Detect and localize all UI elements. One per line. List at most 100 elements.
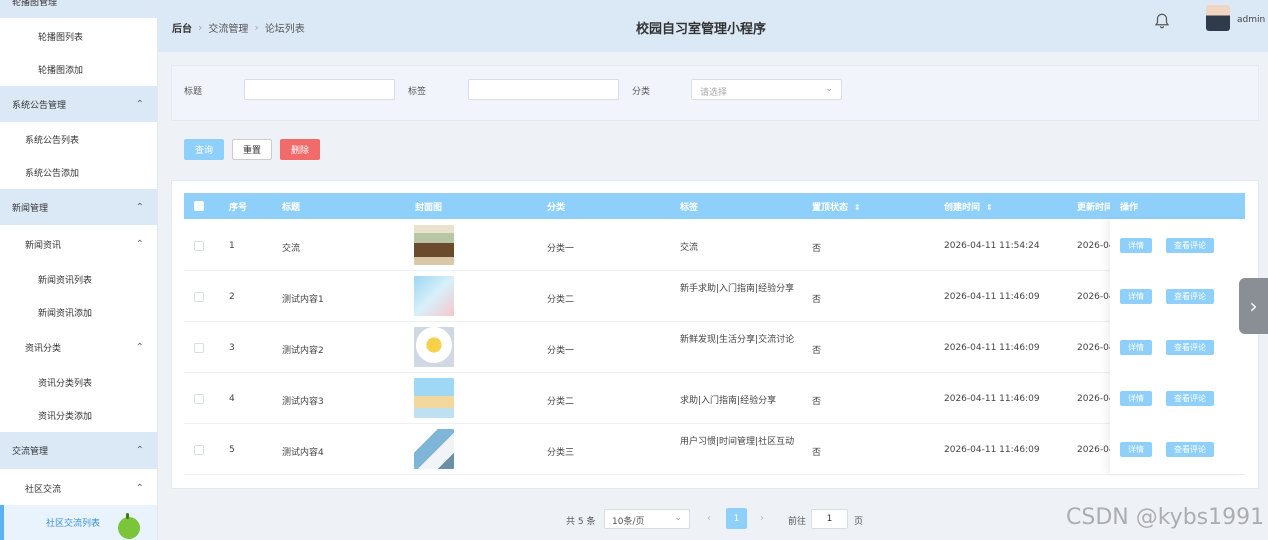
sidebar-item-label: 新闻资讯 (25, 240, 62, 251)
cover-thumbnail (414, 429, 454, 469)
user-avatar[interactable] (1206, 5, 1230, 31)
sidebar-item[interactable]: 社区交流 ⌃ (0, 470, 157, 506)
row-updated: 2026-04 (1077, 292, 1115, 302)
current-page[interactable]: 1 (726, 508, 747, 529)
select-all-checkbox[interactable] (194, 201, 204, 211)
category-label: 分类 (632, 87, 651, 97)
row-updated: 2026-04 (1077, 241, 1115, 251)
row-checkbox[interactable] (194, 292, 204, 302)
row-title: 交流 (282, 244, 301, 254)
sidebar-item[interactable]: 新闻资讯添加 (0, 296, 157, 329)
row-pinned: 否 (812, 346, 822, 356)
sort-icon[interactable]: ⇕ (986, 203, 993, 212)
next-page-icon[interactable]: › (760, 513, 764, 524)
view-comments-button[interactable]: 查看评论 (1166, 340, 1214, 355)
row-divider (184, 474, 1245, 475)
row-checkbox[interactable] (194, 343, 204, 353)
col-created[interactable]: 创建时间 ⇕ (944, 200, 993, 213)
view-comments-button[interactable]: 查看评论 (1166, 442, 1214, 457)
sidebar-item[interactable]: 轮播图管理 ⌃ (0, 0, 157, 18)
apple-icon (118, 513, 140, 539)
col-title: 标题 (282, 203, 301, 213)
row-updated: 2026-04 (1077, 445, 1115, 455)
row-divider (184, 321, 1245, 322)
row-created: 2026-04-11 11:46:09 (944, 343, 1040, 353)
prev-page-icon[interactable]: ‹ (707, 513, 711, 524)
detail-button[interactable]: 详情 (1120, 391, 1152, 406)
sidebar-item-label: 系统公告添加 (25, 169, 80, 179)
detail-button[interactable]: 详情 (1120, 238, 1152, 253)
goto-page-input[interactable]: 1 (811, 509, 848, 529)
row-no: 2 (229, 292, 235, 302)
row-title: 测试内容3 (282, 397, 324, 407)
row-tags: 新鲜发现|生活分享|交流讨论 (680, 335, 795, 345)
top-bar: 后台 › 交流管理 › 论坛列表 校园自习室管理小程序 admin (158, 0, 1268, 52)
sidebar-item-label: 资讯分类 (25, 343, 62, 354)
total-count: 共 5 条 (566, 517, 596, 527)
col-created-label: 创建时间 (944, 203, 981, 213)
title-input[interactable] (244, 79, 395, 100)
row-checkbox[interactable] (194, 445, 204, 455)
sidebar: 轮播图管理 ⌃ 轮播图列表 轮播图添加 系统公告管理 ⌃ 系统公告列表 系统公告添加新闻管理 ⌃… (0, 0, 158, 540)
row-category: 分类一 (547, 244, 575, 254)
bell-icon[interactable] (1153, 12, 1171, 30)
tag-input[interactable] (468, 79, 619, 100)
row-created: 2026-04-11 11:46:09 (944, 292, 1040, 302)
sidebar-item[interactable]: 资讯分类添加 (0, 399, 157, 432)
sidebar-item-label: 系统公告列表 (25, 136, 80, 146)
page-size-select[interactable]: 10条/页 ⌄ (604, 509, 690, 529)
chevron-down-icon: ⌄ (825, 84, 833, 94)
tag-label: 标签 (408, 87, 427, 97)
cover-thumbnail (414, 225, 454, 265)
row-created: 2026-04-11 11:46:09 (944, 445, 1040, 455)
reset-button[interactable]: 重置 (232, 139, 272, 160)
row-pinned: 否 (812, 244, 822, 254)
sidebar-item[interactable]: 新闻管理 ⌃ (0, 189, 157, 225)
delete-button[interactable]: 删除 (280, 139, 320, 160)
detail-button[interactable]: 详情 (1120, 442, 1152, 457)
category-placeholder: 请选择 (700, 88, 728, 98)
sidebar-item[interactable]: 系统公告管理 ⌃ (0, 86, 157, 122)
row-category: 分类一 (547, 346, 575, 356)
view-comments-button[interactable]: 查看评论 (1166, 289, 1214, 304)
sidebar-item[interactable]: 新闻资讯列表 (0, 263, 157, 296)
sidebar-item[interactable]: 轮播图列表 (0, 20, 157, 53)
chevron-up-icon: ⌃ (135, 482, 144, 494)
row-checkbox[interactable] (194, 394, 204, 404)
cover-thumbnail (414, 378, 454, 418)
row-title: 测试内容4 (282, 448, 324, 458)
col-updated: 更新时间 (1077, 203, 1114, 213)
sidebar-item[interactable]: 系统公告添加 (0, 156, 157, 189)
row-no: 5 (229, 445, 235, 455)
row-tags: 用户习惯|时间管理|社区互动 (680, 437, 795, 447)
cover-thumbnail (414, 327, 454, 367)
sidebar-item[interactable]: 资讯分类列表 (0, 366, 157, 399)
sidebar-item-label: 轮播图管理 (12, 0, 58, 8)
search-button[interactable]: 查询 (184, 139, 224, 160)
row-no: 3 (229, 343, 235, 353)
username[interactable]: admin (1237, 15, 1265, 25)
chevron-up-icon: ⌃ (135, 98, 144, 110)
detail-button[interactable]: 详情 (1120, 340, 1152, 355)
sidebar-item[interactable]: 新闻资讯 ⌃ (0, 226, 157, 262)
chevron-up-icon: ⌃ (135, 0, 144, 7)
sidebar-item[interactable]: 系统公告列表 (0, 123, 157, 156)
row-title: 测试内容2 (282, 346, 324, 356)
detail-button[interactable]: 详情 (1120, 289, 1152, 304)
sidebar-item-label: 资讯分类添加 (38, 412, 93, 422)
row-checkbox[interactable] (194, 241, 204, 251)
row-title: 测试内容1 (282, 295, 324, 305)
view-comments-button[interactable]: 查看评论 (1166, 238, 1214, 253)
category-select[interactable]: 请选择 ⌄ (691, 79, 842, 100)
sidebar-item[interactable]: 资讯分类 ⌃ (0, 329, 157, 365)
chevron-right-icon[interactable]: › (1239, 278, 1268, 334)
watermark: CSDN @kybs1991 (1066, 505, 1265, 530)
row-no: 4 (229, 394, 235, 404)
row-no: 1 (229, 241, 235, 251)
sort-icon[interactable]: ⇕ (854, 203, 861, 212)
sidebar-item[interactable]: 交流管理 ⌃ (0, 432, 157, 469)
sidebar-item[interactable]: 轮播图添加 (0, 53, 157, 86)
view-comments-button[interactable]: 查看评论 (1166, 391, 1214, 406)
goto-label: 前往 (788, 517, 807, 527)
col-pinned[interactable]: 置顶状态 ⇕ (812, 200, 861, 213)
